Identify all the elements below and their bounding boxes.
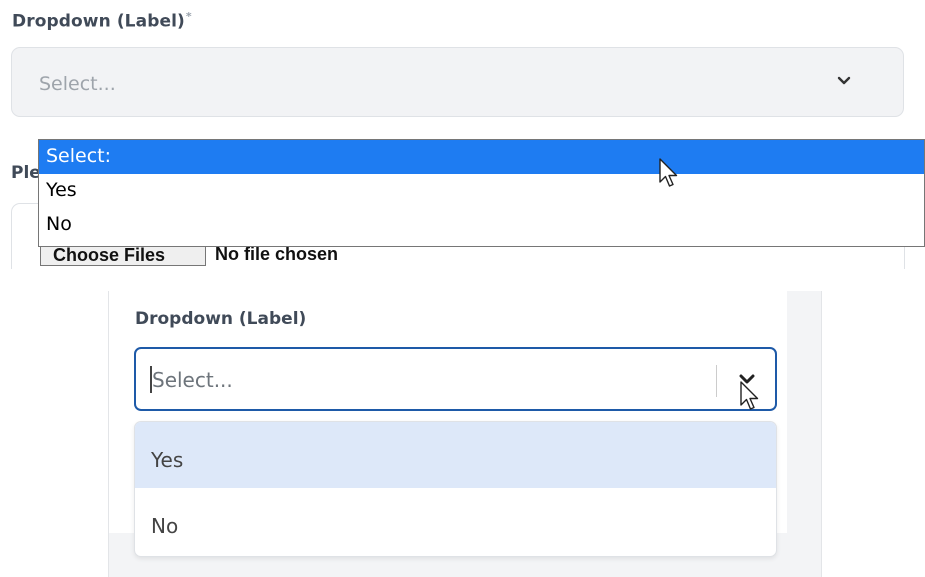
top-dropdown-select[interactable]: Select... bbox=[11, 47, 904, 117]
top-select-placeholder: Select... bbox=[39, 73, 116, 95]
bottom-dropdown-menu: Yes No bbox=[134, 421, 777, 557]
top-dropdown-label-text: Dropdown (Label) bbox=[12, 11, 185, 32]
menu-option-no[interactable]: No bbox=[135, 488, 776, 554]
file-upload-label: Ple bbox=[11, 163, 41, 183]
file-status-text: No file chosen bbox=[215, 244, 339, 264]
required-marker: * bbox=[185, 10, 192, 23]
native-option-no[interactable]: No bbox=[39, 208, 924, 242]
mouse-cursor-icon bbox=[740, 381, 760, 418]
mouse-cursor-icon bbox=[659, 158, 679, 195]
bottom-select-placeholder: Select... bbox=[152, 368, 233, 392]
menu-option-yes[interactable]: Yes bbox=[135, 422, 776, 488]
native-dropdown-list: Select: Yes No bbox=[38, 139, 925, 247]
native-option-yes[interactable]: Yes bbox=[39, 174, 924, 208]
chevron-down-icon[interactable] bbox=[836, 74, 852, 92]
indicator-separator bbox=[716, 365, 717, 397]
bottom-dropdown-label: Dropdown (Label) bbox=[135, 309, 307, 329]
bottom-dropdown-select[interactable]: Select... bbox=[134, 347, 777, 411]
native-option-select[interactable]: Select: bbox=[39, 140, 924, 174]
top-dropdown-label: Dropdown (Label)* bbox=[12, 10, 192, 32]
